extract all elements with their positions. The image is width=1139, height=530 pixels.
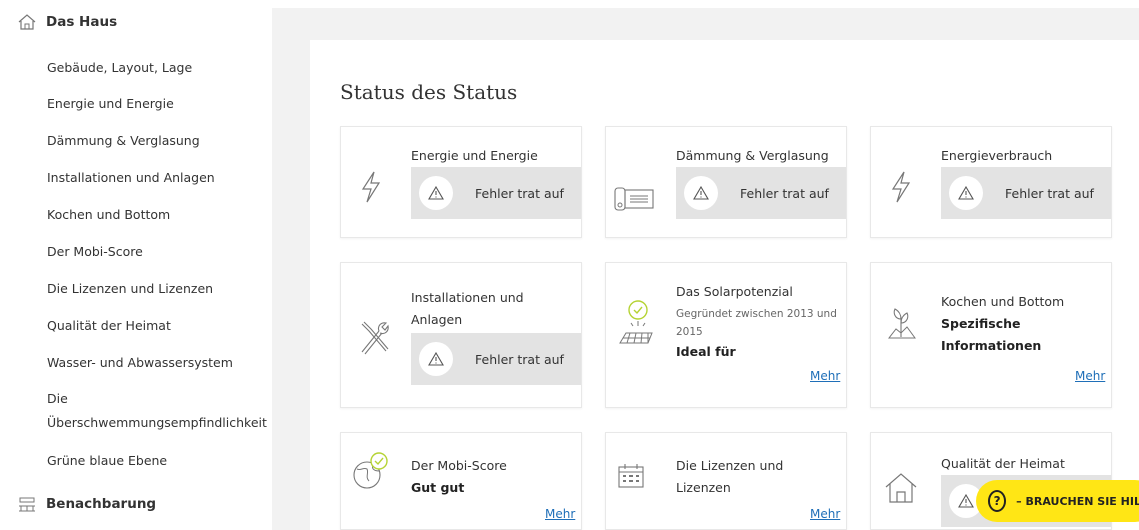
card-solar-title: Das Solarpotenzial: [676, 284, 793, 299]
card-licenses-title-line2: Lizenzen: [676, 480, 731, 495]
card-installations-title-line1: Installationen und: [411, 290, 524, 305]
card-cooking-value-line2: Informationen: [941, 338, 1042, 353]
card-insulation-error-text: Fehler trat auf: [740, 185, 829, 201]
help-button-label: – BRAUCHEN SIE HILFE: [1016, 494, 1139, 508]
sidebar-section-neighborhood[interactable]: Benachbarung: [18, 496, 156, 512]
sidebar-item-mobi-score[interactable]: Der Mobi-Score: [47, 242, 143, 262]
card-insulation[interactable]: Dämmung & Verglasung Fehler trat auf: [605, 126, 847, 238]
card-installations[interactable]: Installationen und Anlagen Fehler trat a…: [340, 262, 582, 408]
card-consumption-error-text: Fehler trat auf: [1005, 185, 1094, 201]
sidebar: Das Haus Gebäude, Layout, Lage Energie u…: [0, 0, 272, 530]
house-outline-icon: [18, 14, 36, 30]
card-solar[interactable]: Das Solarpotenzial Gegründet zwischen 20…: [605, 262, 847, 408]
sidebar-item-flood-line1[interactable]: Die: [47, 389, 68, 409]
sidebar-item-water[interactable]: Wasser- und Abwassersystem: [47, 353, 233, 373]
card-cooking-title: Kochen und Bottom: [941, 294, 1065, 309]
warning-icon: [419, 342, 453, 376]
sidebar-section-neighborhood-label: Benachbarung: [46, 496, 157, 512]
calendar-icon: [618, 464, 644, 488]
lightning-icon: [891, 171, 911, 203]
page-title: Status des Status: [340, 80, 518, 104]
sidebar-item-flood-line2[interactable]: Überschwemmungsempfindlichkeit: [47, 413, 267, 433]
card-insulation-error: Fehler trat auf: [676, 167, 846, 219]
card-cooking[interactable]: Kochen und Bottom Spezifische Informatio…: [870, 262, 1112, 408]
card-mobi-score[interactable]: Der Mobi-Score Gut gut Mehr: [340, 432, 582, 530]
card-installations-error-text: Fehler trat auf: [475, 351, 564, 367]
warning-icon: [684, 176, 718, 210]
card-mobi-score-title: Der Mobi-Score: [411, 458, 507, 473]
warning-icon: [949, 176, 983, 210]
card-licenses-more-link[interactable]: Mehr: [810, 507, 840, 521]
card-cooking-more-link[interactable]: Mehr: [1075, 369, 1105, 383]
help-button[interactable]: ? – BRAUCHEN SIE HILFE: [976, 480, 1139, 522]
card-solar-sub-line2: 2015: [676, 326, 703, 338]
sidebar-item-blue-green[interactable]: Grüne blaue Ebene: [47, 451, 167, 471]
plant-icon: [887, 308, 916, 339]
warning-icon: [419, 176, 453, 210]
sidebar-section-house[interactable]: Das Haus: [18, 14, 117, 30]
card-quality-title: Qualität der Heimat: [941, 456, 1065, 471]
card-energy-error-text: Fehler trat auf: [475, 185, 564, 201]
window-insulation-icon: [614, 187, 654, 211]
lightning-icon: [361, 171, 381, 203]
card-energy-title: Energie und Energie: [411, 148, 538, 163]
card-mobi-score-more-link[interactable]: Mehr: [545, 507, 575, 521]
sidebar-item-energy[interactable]: Energie und Energie: [47, 94, 174, 114]
card-consumption-error: Fehler trat auf: [941, 167, 1111, 219]
sidebar-item-quality[interactable]: Qualität der Heimat: [47, 316, 171, 336]
question-icon: ?: [988, 490, 1007, 512]
card-energy-error: Fehler trat auf: [411, 167, 581, 219]
neighborhood-icon: [19, 497, 35, 512]
solar-panel-icon: [619, 300, 653, 344]
globe-check-icon: [353, 452, 388, 489]
card-energy[interactable]: Energie und Energie Fehler trat auf: [340, 126, 582, 238]
sidebar-item-cooking[interactable]: Kochen und Bottom: [47, 205, 170, 225]
card-consumption-title: Energieverbrauch: [941, 148, 1053, 163]
house-icon: [885, 473, 917, 503]
sidebar-section-house-label: Das Haus: [46, 14, 118, 30]
tools-icon: [361, 321, 389, 355]
card-licenses-title-line1: Die Lizenzen und: [676, 458, 784, 473]
card-insulation-title: Dämmung & Verglasung: [676, 148, 829, 163]
card-installations-title-line2: Anlagen: [411, 312, 463, 327]
sidebar-item-licenses[interactable]: Die Lizenzen und Lizenzen: [47, 279, 213, 299]
card-cooking-value-line1: Spezifische: [941, 316, 1021, 331]
card-installations-error: Fehler trat auf: [411, 333, 581, 385]
sidebar-item-building[interactable]: Gebäude, Layout, Lage: [47, 58, 192, 78]
card-solar-sub-line1: Gegründet zwischen 2013 und: [676, 308, 837, 320]
card-licenses[interactable]: Die Lizenzen und Lizenzen Mehr: [605, 432, 847, 530]
card-solar-more-link[interactable]: Mehr: [810, 369, 840, 383]
sidebar-item-insulation[interactable]: Dämmung & Verglasung: [47, 131, 200, 151]
card-mobi-score-value: Gut gut: [411, 480, 465, 495]
card-consumption[interactable]: Energieverbrauch Fehler trat auf: [870, 126, 1112, 238]
sidebar-item-installations[interactable]: Installationen und Anlagen: [47, 168, 215, 188]
card-solar-value: Ideal für: [676, 344, 736, 359]
